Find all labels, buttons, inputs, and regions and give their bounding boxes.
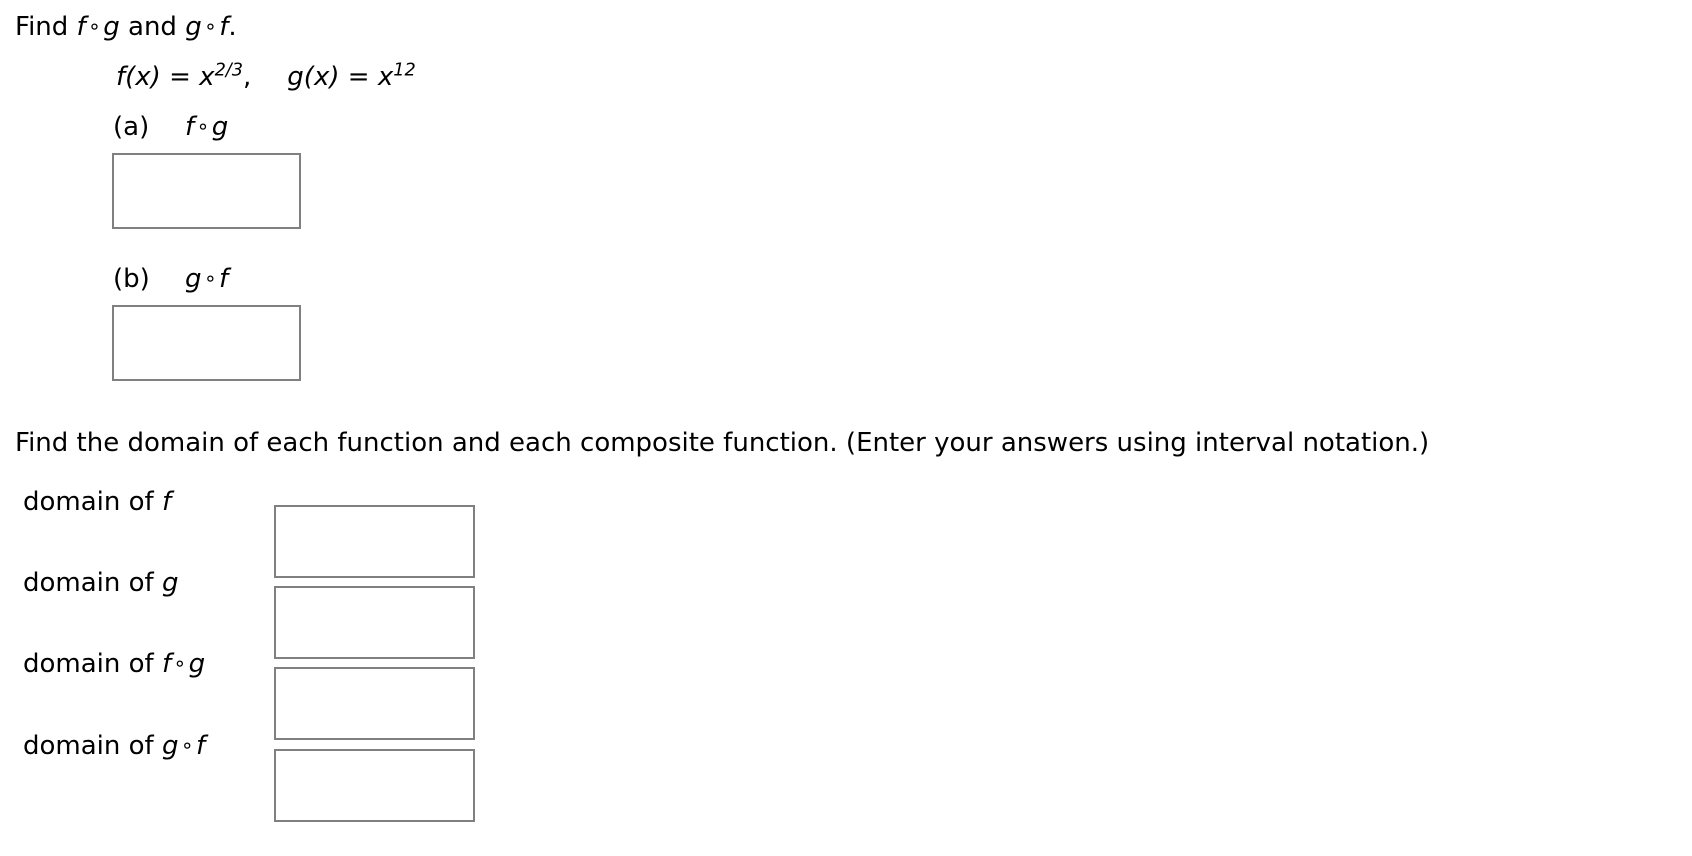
domain-of-gof-prefix: domain of — [23, 731, 162, 761]
domain-of-f-label: domain of f — [23, 487, 171, 517]
composition-ring-icon: ∘ — [196, 114, 210, 139]
heading-prefix-text: Find — [15, 12, 77, 42]
domain-gof-left: g — [161, 731, 179, 761]
part-a-right: g — [211, 112, 229, 142]
domain-fog-left: f — [161, 649, 172, 679]
domain-of-g-label: domain of g — [23, 568, 178, 598]
domain-of-f-compose-g-label: domain of f ∘g — [23, 649, 205, 679]
g-equals-sign: = — [347, 62, 370, 92]
part-b-right: f — [219, 264, 229, 294]
heading-mid-text: and — [119, 12, 186, 42]
function-definitions: f(x) = x2/3, g(x) = x12 — [116, 62, 416, 92]
domain-of-f-expression: f — [161, 487, 172, 517]
domain-of-g-prefix: domain of — [23, 568, 162, 598]
f-name: f — [116, 62, 126, 92]
composition-ring-icon: ∘ — [204, 14, 217, 39]
f-exponent: 2/3 — [214, 60, 244, 81]
domain-of-f-prefix: domain of — [23, 487, 162, 517]
part-a-label: (a) f ∘g — [113, 112, 228, 142]
heading-fog-expression: f ∘g — [77, 12, 120, 42]
heading-suffix-text: . — [228, 12, 237, 42]
heading-fog-g: g — [103, 12, 120, 42]
part-a-expression: f ∘g — [185, 112, 228, 142]
part-a-left: f — [185, 112, 195, 142]
f-base: x — [199, 62, 215, 92]
domain-of-g-expression: g — [161, 568, 179, 598]
part-a-answer-input[interactable] — [112, 153, 301, 229]
f-argument: (x) — [125, 62, 161, 92]
composition-ring-icon: ∘ — [88, 14, 101, 39]
domain-instruction: Find the domain of each function and eac… — [15, 428, 1430, 458]
domain-of-fog-expression: f ∘g — [162, 649, 205, 679]
composition-ring-icon: ∘ — [173, 651, 187, 676]
part-b-label: (b) g ∘f — [113, 264, 228, 294]
g-exponent: 12 — [393, 60, 416, 81]
g-definition: g(x) — [287, 62, 339, 92]
composition-ring-icon: ∘ — [203, 266, 217, 291]
domain-of-f-compose-g-input[interactable] — [274, 667, 475, 740]
domain-of-gof-expression: g ∘f — [162, 731, 205, 761]
domain-of-g-compose-f-input[interactable] — [274, 749, 475, 822]
g-base: x — [377, 62, 394, 92]
domain-of-fog-prefix: domain of — [23, 649, 162, 679]
domain-of-f-input[interactable] — [274, 505, 475, 578]
f-equals-sign: = — [169, 62, 191, 92]
domain-of-g-compose-f-label: domain of g ∘f — [23, 731, 205, 761]
part-b-tag: (b) — [113, 264, 150, 294]
domain-fog-right: g — [188, 649, 206, 679]
definitions-separator: , — [243, 62, 252, 92]
heading-fog-f: f — [76, 12, 86, 42]
f-definition: f(x) — [116, 62, 161, 92]
worksheet-page: Find f ∘g and g ∘f. f(x) = x2/3, g(x) = x12… — [0, 0, 1692, 856]
part-b-left: g — [185, 264, 202, 294]
domain-gof-right: f — [196, 731, 206, 761]
g-argument: (x) — [303, 62, 340, 92]
g-name: g — [287, 62, 304, 92]
part-b-answer-input[interactable] — [112, 305, 301, 381]
heading-gof-expression: g ∘f — [185, 12, 228, 42]
heading-gof-g: g — [185, 12, 202, 42]
problem-heading: Find f ∘g and g ∘f. — [15, 12, 237, 43]
part-a-tag: (a) — [113, 112, 150, 142]
part-b-expression: g ∘f — [185, 264, 228, 294]
composition-ring-icon: ∘ — [180, 733, 194, 758]
domain-of-g-input[interactable] — [274, 586, 475, 659]
